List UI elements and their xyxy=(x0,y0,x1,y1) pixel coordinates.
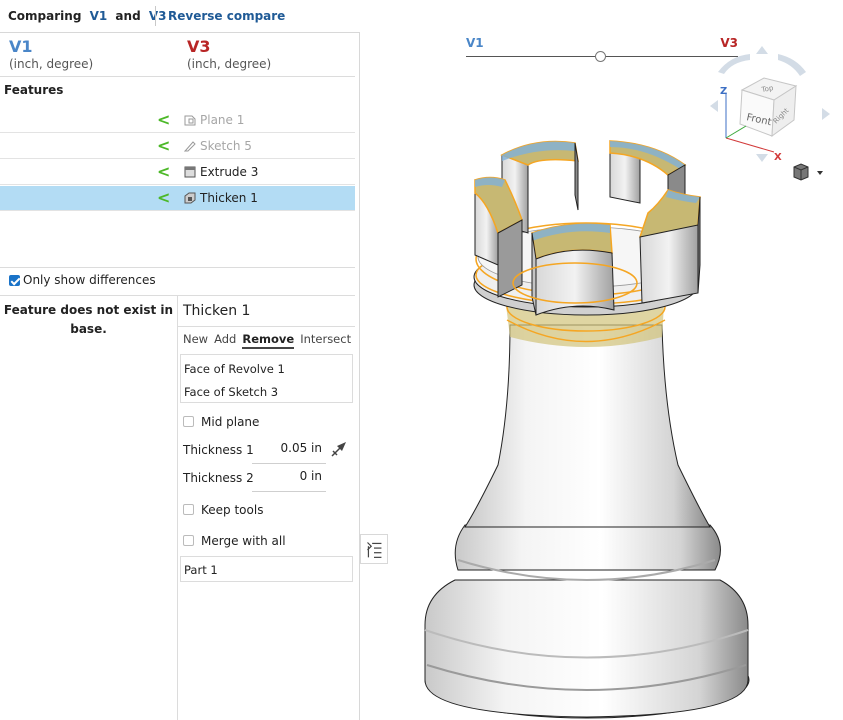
right-version-name: V3 xyxy=(187,37,211,56)
feature-label: Extrude 3 xyxy=(200,165,259,179)
list-icon xyxy=(367,542,382,558)
view-options-dropdown[interactable] xyxy=(790,161,830,183)
and-label: and xyxy=(115,9,141,23)
left-version-header: V1 (inch, degree) xyxy=(9,37,93,71)
only-show-differences-label: Only show differences xyxy=(23,273,156,287)
x-axis-label: X xyxy=(774,152,782,163)
column-divider xyxy=(177,295,178,720)
mid-plane-checkbox[interactable] xyxy=(183,416,194,427)
face-item: Face of Revolve 1 xyxy=(184,362,285,376)
rotate-ccw-icon xyxy=(718,54,750,74)
rook-3d-model[interactable] xyxy=(410,125,760,720)
input-underline xyxy=(252,463,326,464)
feature-list-toggle-button[interactable] xyxy=(360,534,388,564)
comparing-label: Comparing xyxy=(8,9,82,23)
thicken-icon xyxy=(184,192,196,204)
part-selection-box[interactable]: Part 1 xyxy=(180,556,353,582)
thickness-1-label: Thickness 1 xyxy=(183,443,254,457)
difference-arrow-icon: < xyxy=(157,188,171,207)
base-missing-message: Feature does not exist in base. xyxy=(3,303,174,336)
left-version-label: V1 xyxy=(89,9,108,23)
tab-remove[interactable]: Remove xyxy=(242,332,295,349)
sketch-icon xyxy=(184,141,196,152)
feature-detail-title: Thicken 1 xyxy=(183,303,251,319)
thickness-2-label: Thickness 2 xyxy=(183,471,254,485)
rotate-cw-icon xyxy=(778,54,806,76)
tab-intersect[interactable]: Intersect xyxy=(300,332,351,346)
feature-label: Plane 1 xyxy=(200,113,245,127)
feature-row-extrude-3[interactable]: < Extrude 3 xyxy=(0,160,355,185)
feature-row-sketch-5[interactable]: < Sketch 5 xyxy=(0,134,355,159)
features-heading: Features xyxy=(4,83,64,97)
rotate-left-icon xyxy=(710,100,718,112)
face-item: Face of Sketch 3 xyxy=(184,385,279,399)
rotate-up-icon xyxy=(756,46,768,54)
left-version-units: (inch, degree) xyxy=(9,57,94,71)
rotate-right-icon xyxy=(822,108,830,120)
compare-header: Comparing V1 and V3 Reverse compare xyxy=(0,0,360,32)
tab-new[interactable]: New xyxy=(183,332,208,346)
slider-thumb[interactable] xyxy=(595,51,606,62)
extrude-icon xyxy=(184,166,196,178)
slider-left-label: V1 xyxy=(466,36,484,50)
flip-direction-icon[interactable] xyxy=(330,440,348,458)
feature-row-thicken-1[interactable]: < Thicken 1 xyxy=(0,186,355,211)
feature-label: Thicken 1 xyxy=(200,191,258,205)
left-version-name: V1 xyxy=(9,37,33,56)
mid-plane-label: Mid plane xyxy=(201,415,260,429)
feature-row-plane-1[interactable]: < Plane 1 xyxy=(0,108,355,133)
right-version-header: V3 (inch, degree) xyxy=(187,37,271,71)
divider xyxy=(0,76,355,77)
compare-title: Comparing V1 and V3 xyxy=(8,9,166,23)
reverse-compare-button[interactable]: Reverse compare xyxy=(168,9,285,23)
difference-arrow-icon: < xyxy=(157,136,171,155)
keep-tools-label: Keep tools xyxy=(201,503,264,517)
version-slider[interactable]: V1 V3 xyxy=(466,36,738,66)
header-divider xyxy=(155,6,156,26)
z-axis-label: Z xyxy=(720,86,727,97)
right-version-label: V3 xyxy=(148,9,167,23)
keep-tools-checkbox[interactable] xyxy=(183,504,194,515)
difference-arrow-icon: < xyxy=(157,162,171,181)
operation-tabs: New Add Remove Intersect xyxy=(183,332,357,349)
tab-add[interactable]: Add xyxy=(214,332,236,346)
feature-label: Sketch 5 xyxy=(200,139,252,153)
right-version-units: (inch, degree) xyxy=(187,57,272,71)
merge-with-all-checkbox[interactable] xyxy=(183,535,194,546)
only-show-differences-checkbox[interactable] xyxy=(9,275,20,286)
plane-icon xyxy=(184,115,196,126)
divider xyxy=(178,326,355,327)
thickness-1-input[interactable]: 0.05 in xyxy=(252,441,322,455)
chevron-down-icon xyxy=(817,171,823,175)
thickness-2-input[interactable]: 0 in xyxy=(252,469,322,483)
divider xyxy=(0,267,355,268)
input-underline xyxy=(252,491,326,492)
difference-arrow-icon: < xyxy=(157,110,171,129)
faces-selection-box[interactable]: Face of Revolve 1 Face of Sketch 3 xyxy=(180,354,353,403)
merge-with-all-label: Merge with all xyxy=(201,534,286,548)
